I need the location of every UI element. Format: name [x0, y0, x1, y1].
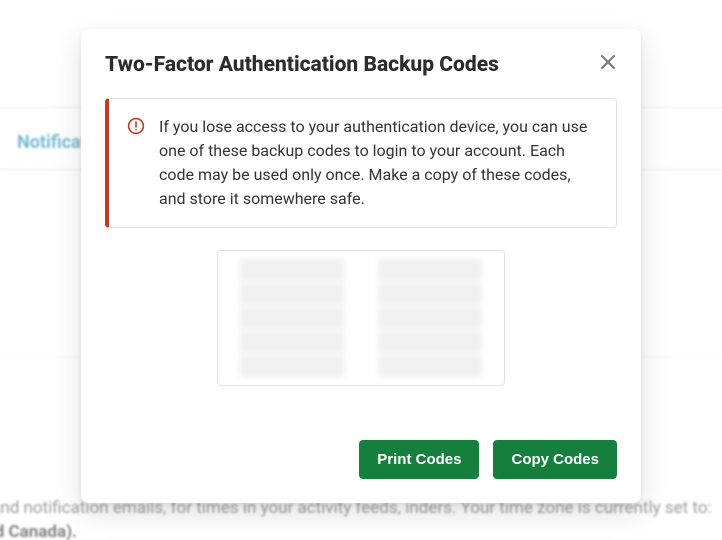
alert-text: If you lose access to your authenticatio… — [159, 115, 598, 211]
backup-code-placeholder — [240, 283, 344, 305]
backup-code-placeholder — [378, 331, 482, 353]
backup-code-placeholder — [240, 331, 344, 353]
modal-header: Two-Factor Authentication Backup Codes — [105, 53, 617, 78]
backup-code-placeholder — [240, 307, 344, 329]
backup-code-placeholder — [378, 259, 482, 281]
backup-codes-modal: Two-Factor Authentication Backup Codes I… — [81, 29, 641, 503]
codes-column-left — [240, 259, 344, 377]
close-button[interactable] — [599, 53, 617, 74]
alert-icon — [127, 117, 145, 135]
close-icon — [601, 55, 615, 72]
backup-code-placeholder — [378, 283, 482, 305]
backup-code-placeholder — [240, 355, 344, 377]
warning-alert: If you lose access to your authenticatio… — [105, 98, 617, 228]
backup-code-placeholder — [240, 259, 344, 281]
backup-code-placeholder — [378, 355, 482, 377]
copy-codes-button[interactable]: Copy Codes — [493, 440, 617, 479]
backup-codes-box — [217, 250, 505, 386]
modal-title: Two-Factor Authentication Backup Codes — [105, 53, 499, 78]
print-codes-button[interactable]: Print Codes — [359, 440, 479, 479]
codes-column-right — [378, 259, 482, 377]
backup-code-placeholder — [378, 307, 482, 329]
modal-footer: Print Codes Copy Codes — [105, 440, 617, 479]
